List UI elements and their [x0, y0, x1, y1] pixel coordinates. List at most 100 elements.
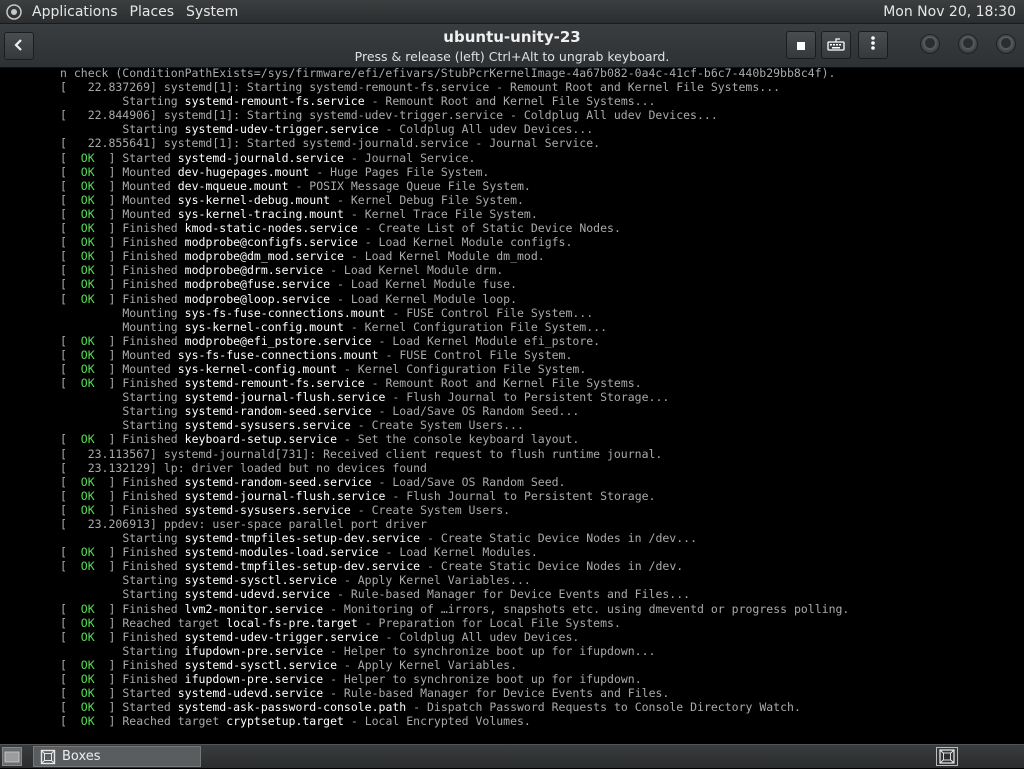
console-unit: systemd-udev-trigger.service: [184, 629, 379, 644]
gnome-foot-icon[interactable]: [6, 3, 22, 20]
console-line: [ OK ] Mounted sys-kernel-debug.mount - …: [60, 192, 524, 207]
console-line: [ 22.855641] systemd[1]: Started systemd…: [60, 136, 1020, 150]
console-desc: - POSIX Message Queue File System.: [288, 178, 531, 193]
console-unit: sys-fs-fuse-connections.mount: [177, 347, 379, 362]
console-desc: - Coldplug All udev Devices...: [378, 122, 594, 137]
status-ok: OK: [80, 206, 95, 221]
vm-display[interactable]: n check (ConditionPathExists=/sys/firmwa…: [0, 68, 1024, 744]
console-unit: lvm2-monitor.service: [184, 601, 324, 616]
menu-button[interactable]: [858, 31, 888, 59]
menu-applications[interactable]: Applications: [26, 0, 124, 24]
console-line: [ OK ] Mounted dev-hugepages.mount - Hug…: [60, 164, 490, 179]
status-ok: OK: [80, 615, 95, 630]
console-verb: Mounted: [122, 361, 171, 376]
keyboard-shortcuts-button[interactable]: [821, 31, 851, 59]
console-unit: systemd-remount-fs.service: [184, 376, 365, 391]
console-verb: Starting: [122, 643, 178, 658]
console-verb: Starting: [122, 94, 178, 109]
console-unit: systemd-journal-flush.service: [184, 488, 386, 503]
maximize-button[interactable]: [958, 34, 978, 54]
status-ok: OK: [80, 474, 95, 489]
console-desc: - Journal Service.: [343, 150, 476, 165]
console-unit: systemd-journal-flush.service: [184, 390, 386, 405]
console-line: [ OK ] Mounted sys-fs-fuse-connections.m…: [60, 347, 573, 362]
console-unit: ifupdown-pre.service: [184, 672, 324, 687]
console-line: [ OK ] Mounted dev-mqueue.mount - POSIX …: [60, 178, 531, 193]
workspace-switcher[interactable]: [936, 747, 958, 766]
console-desc: - Load Kernel Module drm.: [323, 263, 504, 278]
status-ok: OK: [80, 291, 95, 306]
close-button[interactable]: [996, 34, 1016, 54]
console-desc: - Apply Kernel Variables.: [337, 657, 518, 672]
console-verb: Finished: [122, 502, 178, 517]
console-verb: Finished: [122, 263, 178, 278]
keyboard-icon: [827, 36, 845, 55]
console-desc: - FUSE Control File System...: [385, 305, 594, 320]
show-desktop-button[interactable]: [2, 747, 22, 766]
status-ok: OK: [80, 347, 95, 362]
status-ok: OK: [80, 164, 95, 179]
menu-places[interactable]: Places: [124, 0, 181, 24]
console-desc: - FUSE Control File System.: [378, 347, 573, 362]
console-verb: Starting: [122, 531, 178, 546]
console-text: n check (ConditionPathExists=/sys/firmwa…: [60, 68, 836, 80]
menu-system[interactable]: System: [180, 0, 244, 24]
status-ok: OK: [80, 192, 95, 207]
console-verb: Starting: [122, 404, 178, 419]
console-unit: systemd-sysctl.service: [184, 657, 337, 672]
taskbar-item-boxes[interactable]: Boxes: [33, 746, 201, 767]
console-line: [ OK ] Finished systemd-modules-load.ser…: [60, 545, 538, 560]
console-desc: - Create Static Device Nodes in /dev.: [420, 559, 684, 574]
console-unit: systemd-sysctl.service: [184, 573, 337, 588]
console-line: [ OK ] Started systemd-ask-password-cons…: [60, 700, 801, 715]
console-unit: keyboard-setup.service: [184, 432, 337, 447]
status-ok: OK: [80, 502, 95, 517]
console-verb: Finished: [122, 432, 178, 447]
console-line: [ OK ] Started systemd-udevd.service - R…: [60, 686, 670, 701]
console-line: [ OK ] Finished kmod-static-nodes.servic…: [60, 221, 621, 236]
console-verb: Reached target: [122, 615, 220, 630]
clock[interactable]: Mon Nov 20, 18:30: [875, 4, 1024, 20]
console-unit: systemd-modules-load.service: [184, 545, 379, 560]
console-desc: - Load/Save OS Random Seed.: [371, 474, 566, 489]
console-line: Starting systemd-sysctl.service - Apply …: [60, 573, 1020, 587]
console-verb: Finished: [122, 657, 178, 672]
top-panel: Applications Places System Mon Nov 20, 1…: [0, 0, 1024, 24]
console-desc: - Kernel Configuration File System.: [337, 361, 587, 376]
status-ok: OK: [80, 657, 95, 672]
console-unit: systemd-journald.service: [177, 150, 344, 165]
console-line: [ OK ] Finished modprobe@loop.service - …: [60, 291, 518, 306]
console-verb: Started: [122, 686, 171, 701]
console-unit: systemd-ask-password-console.path: [177, 700, 407, 715]
console-line: [ 22.844906] systemd[1]: Starting system…: [60, 108, 1020, 122]
console-unit: sys-kernel-debug.mount: [177, 192, 331, 207]
console-verb: Finished: [122, 221, 178, 236]
console-desc: - Create System Users.: [350, 502, 511, 517]
stop-button[interactable]: [786, 31, 816, 59]
back-button[interactable]: [4, 32, 34, 60]
console-verb: Mounted: [122, 164, 171, 179]
console-verb: Finished: [122, 629, 178, 644]
status-ok: OK: [80, 700, 95, 715]
console-line: Mounting sys-kernel-config.mount - Kerne…: [60, 320, 1020, 334]
console-verb: Started: [122, 150, 171, 165]
console-line: [ OK ] Finished systemd-random-seed.serv…: [60, 474, 566, 489]
console-desc: - Flush Journal to Persistent Storage...: [385, 390, 670, 405]
console-desc: - Huge Pages File System.: [309, 164, 490, 179]
console-line: [ OK ] Mounted sys-kernel-config.mount -…: [60, 361, 587, 376]
console-verb: Finished: [122, 249, 178, 264]
console-line: [ OK ] Finished ifupdown-pre.service - H…: [60, 672, 642, 687]
status-ok: OK: [80, 714, 95, 729]
console-desc: - Load Kernel Module configfs.: [357, 235, 573, 250]
console-text: [ 23.132129] lp: driver loaded but no de…: [60, 460, 427, 475]
console-text: [ 23.113567] systemd-journald[731]: Rece…: [60, 446, 663, 461]
console-line: Starting systemd-journal-flush.service -…: [60, 390, 1020, 404]
minimize-button[interactable]: [920, 34, 940, 54]
console-line: [ OK ] Finished modprobe@fuse.service - …: [60, 277, 518, 292]
console-unit: cryptsetup.target: [226, 714, 344, 729]
console-line: [ OK ] Reached target local-fs-pre.targe…: [60, 615, 621, 630]
console-unit: modprobe@efi_pstore.service: [184, 333, 372, 348]
status-ok: OK: [80, 601, 95, 616]
console-verb: Finished: [122, 474, 178, 489]
console-line: [ OK ] Finished modprobe@configfs.servic…: [60, 235, 573, 250]
